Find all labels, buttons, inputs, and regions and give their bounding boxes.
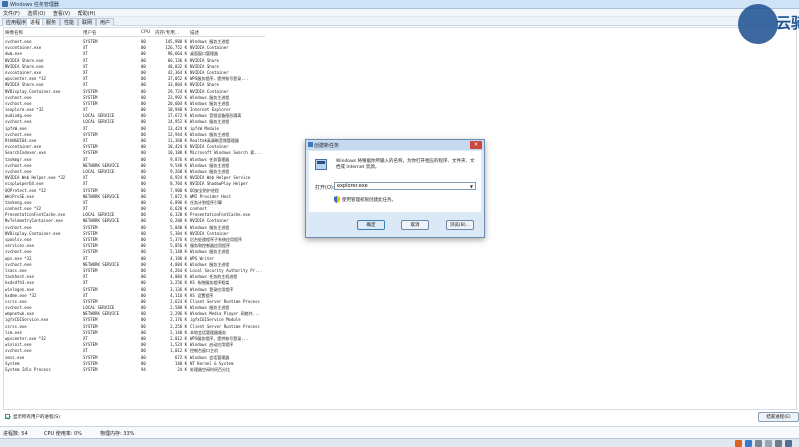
ok-button[interactable]: 确定 (357, 220, 385, 230)
chevron-down-icon[interactable]: ▼ (470, 183, 473, 190)
process-memory: 24 K (177, 366, 187, 372)
table-header: 映像名称 用户名 CPU 内存(专用... 描述 (5, 29, 265, 37)
create-task-dialog: 创建新任务 × Windows 将根据你所输入的名称，为你打开相应的程序、文件夹… (305, 139, 485, 238)
close-icon[interactable]: × (470, 141, 482, 149)
cancel-button[interactable]: 取消 (401, 220, 429, 230)
menu-bar: 文件(F) 选项(O) 查看(V) 帮助(H) (0, 9, 799, 17)
process-name: System Idle Process (5, 366, 51, 372)
window-title: Windows 任务管理器 (10, 2, 59, 8)
process-description: 处理器空闲时间百分比 (190, 366, 230, 372)
admin-privilege-label: 使用管理权限创建此任务。 (342, 198, 396, 203)
tray-app-icon[interactable] (745, 440, 752, 447)
dialog-body: Windows 将根据你所输入的名称，为你打开相应的程序、文件夹、文档或 Int… (309, 151, 481, 212)
status-cpu-usage: CPU 使用率: 0% (44, 431, 82, 437)
browse-button[interactable]: 浏览(B)... (446, 220, 474, 230)
process-list-footer: 显示所有用户的进程(S) 结束进程(E) (5, 412, 799, 424)
dialog-title: 创建新任务 (314, 143, 340, 149)
table-row[interactable]: System Idle Process SYSTEM 94 24 K 处理器空闲时间百分… (5, 367, 265, 373)
knight-logo-icon (738, 4, 778, 44)
admin-shield-icon (334, 196, 340, 203)
watermark-logo: 云骑士 (738, 2, 799, 50)
tab-strip: 应用程序 进程 服务 性能 联网 用户 (0, 17, 799, 26)
shirt-icon[interactable] (785, 440, 792, 447)
status-process-count: 进程数: 54 (3, 431, 28, 437)
tray-icon[interactable] (775, 440, 782, 447)
status-bar: 进程数: 54 CPU 使用率: 0% 物理内存: 33% (0, 426, 799, 438)
open-input-value[interactable]: explorer.exe (337, 183, 368, 189)
run-program-icon (315, 159, 327, 170)
column-header-name[interactable]: 映像名称 (5, 30, 23, 36)
show-all-processes-checkbox[interactable] (5, 414, 10, 419)
keyboard-icon[interactable] (755, 440, 762, 447)
dialog-description: Windows 将根据你所输入的名称，为你打开相应的程序、文件夹、文档或 Int… (336, 159, 475, 170)
dialog-titlebar: 创建新任务 × (306, 140, 484, 150)
column-header-description[interactable]: 描述 (190, 30, 199, 36)
watermark-text: 云骑士 (776, 14, 799, 32)
column-header-cpu[interactable]: CPU (141, 30, 150, 35)
show-all-processes-label[interactable]: 显示所有用户的进程(S) (13, 414, 60, 420)
open-combobox[interactable]: explorer.exe ▼ (334, 182, 476, 190)
process-cpu: 94 (141, 366, 146, 372)
tab-users[interactable]: 用户 (96, 18, 115, 26)
process-rows: svchost.exe SYSTEM 00 145,988 K Windows 服务主进… (5, 39, 265, 373)
tab-networking[interactable]: 联网 (78, 18, 97, 26)
settings-icon[interactable] (765, 440, 772, 447)
tab-performance[interactable]: 性能 (60, 18, 79, 26)
process-user: SYSTEM (83, 366, 98, 372)
column-header-user[interactable]: 用户名 (83, 30, 97, 36)
task-manager-icon (2, 1, 8, 7)
window-titlebar: Windows 任务管理器 (0, 0, 799, 9)
column-header-memory[interactable]: 内存(专用... (155, 30, 179, 36)
dialog-title-icon (308, 142, 313, 147)
end-process-button[interactable]: 结束进程(E) (758, 412, 799, 422)
open-label: 打开(O): (315, 185, 335, 191)
tab-services[interactable]: 服务 (42, 18, 61, 26)
process-table: 映像名称 用户名 CPU 内存(专用... 描述 svchost.exe SYST… (5, 29, 265, 407)
taskbar (0, 438, 799, 447)
status-memory-usage: 物理内存: 33% (100, 431, 135, 437)
input-method-icon[interactable] (735, 440, 742, 447)
